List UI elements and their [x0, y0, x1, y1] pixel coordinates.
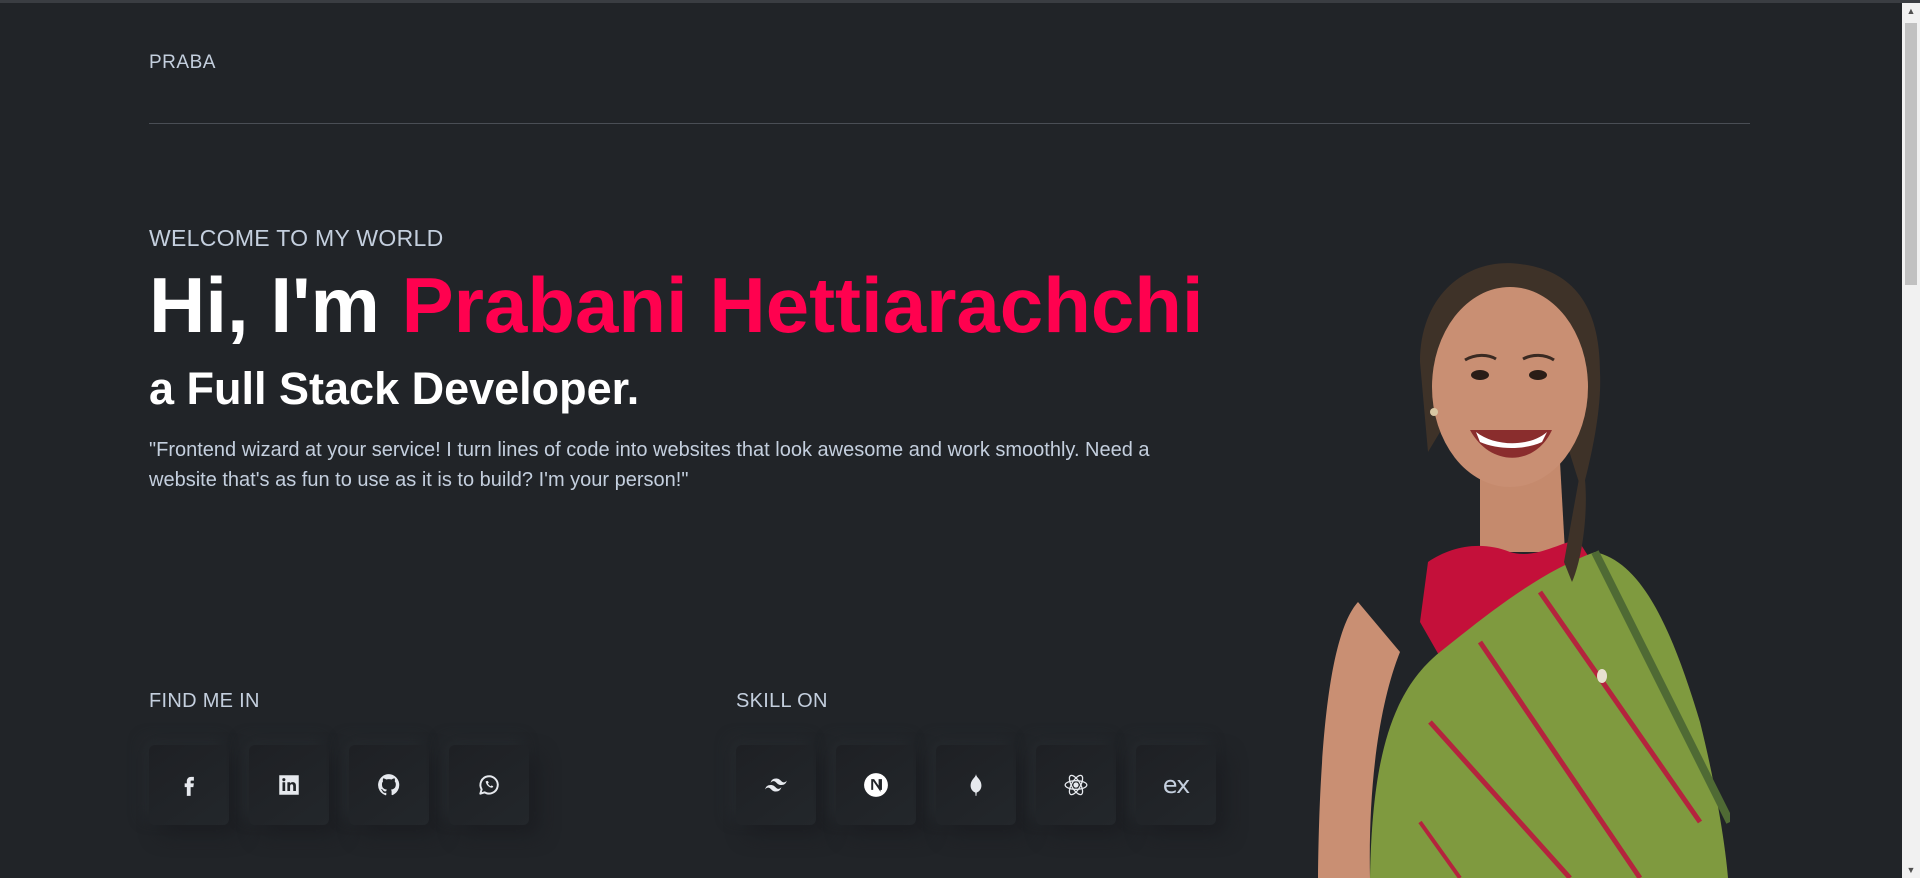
hero-role: a Full Stack Developer.	[149, 363, 640, 414]
mongodb-icon	[970, 774, 982, 796]
social-icons	[149, 745, 529, 825]
site-header: PRABA	[149, 0, 1750, 124]
github-icon	[378, 774, 400, 796]
tailwind-button[interactable]	[736, 745, 816, 825]
whatsapp-button[interactable]	[449, 745, 529, 825]
scroll-thumb[interactable]	[1905, 23, 1917, 285]
facebook-button[interactable]	[149, 745, 229, 825]
profile-photo	[1318, 263, 1730, 878]
linkedin-button[interactable]	[249, 745, 329, 825]
hero-name: Prabani Hettiarachchi	[401, 261, 1204, 349]
hero-heading: Hi, I'm Prabani Hettiarachchi	[149, 266, 1204, 344]
skills-section: SKILL ON ex	[736, 690, 1216, 825]
tailwind-icon	[765, 778, 787, 792]
whatsapp-icon	[479, 775, 499, 795]
scroll-up-arrow-icon[interactable]: ▲	[1902, 3, 1920, 19]
greeting-text: Hi, I'm	[149, 261, 402, 349]
github-button[interactable]	[349, 745, 429, 825]
mongodb-button[interactable]	[936, 745, 1016, 825]
welcome-text: WELCOME TO MY WORLD	[149, 225, 444, 251]
express-button[interactable]: ex	[1136, 745, 1216, 825]
hero-description: "Frontend wizard at your service! I turn…	[149, 439, 1150, 491]
site-logo[interactable]: PRABA	[149, 52, 216, 74]
hero-section: WELCOME TO MY WORLD Hi, I'm Prabani Hett…	[149, 225, 1204, 495]
skills-title: SKILL ON	[736, 690, 828, 712]
react-icon	[1064, 774, 1088, 796]
find-me-title: FIND ME IN	[149, 690, 260, 712]
skill-icons: ex	[736, 745, 1216, 825]
nextjs-button[interactable]	[836, 745, 916, 825]
scroll-down-arrow-icon[interactable]: ▼	[1902, 862, 1920, 878]
find-me-section: FIND ME IN	[149, 690, 529, 825]
linkedin-icon	[279, 775, 299, 795]
vertical-scrollbar[interactable]: ▲ ▼	[1902, 3, 1920, 878]
express-icon: ex	[1162, 771, 1191, 799]
react-button[interactable]	[1036, 745, 1116, 825]
facebook-icon	[184, 776, 194, 796]
nextjs-icon	[864, 773, 888, 797]
